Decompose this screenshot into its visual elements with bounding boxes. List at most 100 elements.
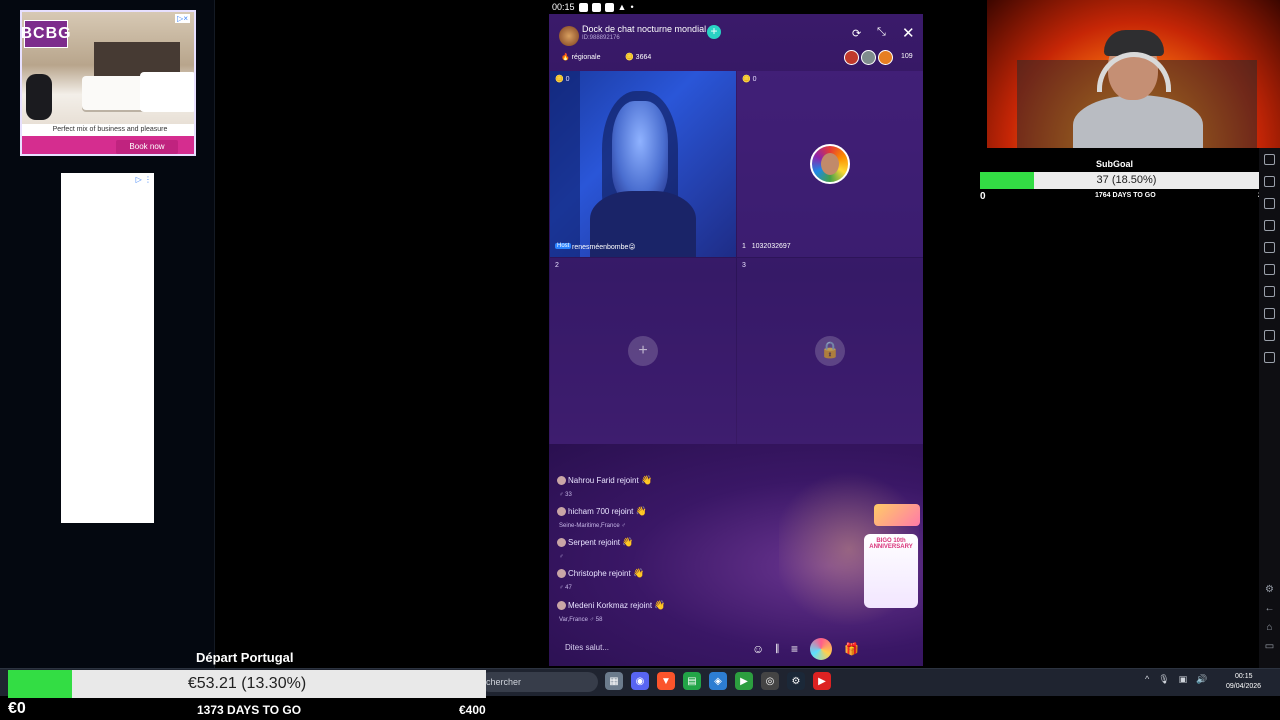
gift-icon[interactable]: 🎁 bbox=[844, 642, 859, 656]
sidebar-tool-icon[interactable] bbox=[1264, 330, 1275, 341]
network-icon[interactable]: ▣ bbox=[1179, 674, 1188, 685]
user-avatar bbox=[557, 569, 566, 579]
phone-status-bar: 00:15 ▲ • bbox=[549, 0, 923, 14]
chat-message[interactable]: Nahrou Farid rejoint 👋 bbox=[557, 475, 652, 486]
user-avatar bbox=[557, 507, 566, 517]
chat-message[interactable]: hicham 700 rejoint 👋 bbox=[557, 506, 647, 517]
sidebar-bottom-tools: ⚙ ← ⌂ ▭ bbox=[1259, 584, 1280, 652]
sidebar-tool-icon[interactable] bbox=[1264, 242, 1275, 253]
seat-empty-3[interactable]: 3 🔒 bbox=[737, 258, 923, 444]
chat-user-info: ♂ 47 bbox=[559, 585, 572, 591]
close-icon[interactable]: ✕ bbox=[902, 24, 915, 42]
webcam-streamer bbox=[1073, 95, 1203, 148]
viewer-avatars[interactable] bbox=[844, 50, 893, 65]
steam-icon[interactable]: ⚙ bbox=[787, 672, 805, 690]
gear-icon[interactable]: ⚙ bbox=[1265, 584, 1274, 595]
home-icon[interactable]: ⌂ bbox=[1266, 622, 1272, 633]
chat-input[interactable]: Dites salut... bbox=[565, 643, 609, 652]
youtube-icon[interactable]: ▶ bbox=[813, 672, 831, 690]
emoji-icon[interactable]: ☺ bbox=[752, 642, 764, 656]
layers-icon[interactable]: ◈ bbox=[709, 672, 727, 690]
discord-icon[interactable]: ◉ bbox=[631, 672, 649, 690]
seat-number: 3 bbox=[742, 262, 746, 269]
sidebar-tool-icon[interactable] bbox=[1264, 352, 1275, 363]
adchoices-icon[interactable]: ▷× bbox=[175, 14, 190, 23]
sidebar-tool-icon[interactable] bbox=[1264, 220, 1275, 231]
blank-side-ad[interactable]: ▷ ⋮ bbox=[61, 173, 154, 523]
audio-icon[interactable]: 𝄃 bbox=[776, 642, 779, 657]
viewer-avatar[interactable] bbox=[878, 50, 893, 65]
follow-plus-icon[interactable]: + bbox=[707, 25, 721, 39]
coin-count[interactable]: 🪙 3664 bbox=[625, 53, 651, 61]
task-view-icon[interactable]: ▦ bbox=[605, 672, 623, 690]
subgoal-days: 1764 DAYS TO GO bbox=[1095, 192, 1156, 199]
seat-number: 🪙 0 bbox=[742, 76, 757, 83]
add-seat-plus-icon[interactable]: + bbox=[628, 336, 658, 366]
ad-tagline: Perfect mix of business and pleasure bbox=[22, 124, 194, 136]
wave-icon[interactable]: 👋 bbox=[654, 600, 665, 610]
sidebar-tool-icon[interactable] bbox=[1264, 176, 1275, 187]
seat-empty-2[interactable]: 2 + bbox=[550, 258, 736, 444]
anniversary-event-card[interactable]: BIGO 10th ANNIVERSARY bbox=[864, 534, 918, 608]
chat-text: Serpent rejoint bbox=[568, 538, 621, 547]
event-badge[interactable] bbox=[874, 504, 920, 526]
wave-icon[interactable]: 👋 bbox=[622, 537, 633, 547]
host-name[interactable]: renesméenbombe😜 bbox=[572, 243, 636, 251]
notification-icon bbox=[591, 2, 601, 12]
sidebar-tool-icon[interactable] bbox=[1264, 308, 1275, 319]
subgoal-value: 37 (18.50%) bbox=[1096, 174, 1157, 186]
sidebar-tool-icon[interactable] bbox=[1264, 198, 1275, 209]
sidebar-tool-icon[interactable] bbox=[1264, 286, 1275, 297]
sidebar-tool-icon[interactable] bbox=[1264, 154, 1275, 165]
guest-name[interactable]: 1 1032032697 bbox=[742, 243, 791, 250]
recent-icon[interactable]: ▭ bbox=[1265, 641, 1274, 652]
microphone-icon[interactable]: 🎙 bbox=[1158, 674, 1169, 685]
donation-progress-bar: €53.21 (13.30%) bbox=[8, 670, 486, 698]
seat-guest-1[interactable]: 🪙 0 1 1032032697 bbox=[737, 71, 923, 257]
seat-coin-value: 0 bbox=[752, 76, 757, 83]
taskbar-search[interactable]: chercher bbox=[480, 672, 598, 692]
clock-time[interactable]: 00:15 bbox=[1235, 673, 1253, 680]
viewer-avatar[interactable] bbox=[861, 50, 876, 65]
guest-avatar-face bbox=[821, 153, 839, 175]
seat-host[interactable]: 🪙 0 Host renesméenbombe😜 bbox=[550, 71, 736, 257]
chat-user-info: ♂ bbox=[559, 554, 564, 560]
room-id: ID:988892176 bbox=[582, 35, 620, 41]
play-store-icon[interactable]: ▶ bbox=[735, 672, 753, 690]
volume-icon[interactable]: 🔊 bbox=[1196, 674, 1207, 685]
wave-icon[interactable]: 👋 bbox=[633, 568, 644, 578]
chevron-up-icon[interactable]: ^ bbox=[1145, 674, 1149, 685]
clock-date[interactable]: 09/04/2026 bbox=[1226, 683, 1261, 690]
ad-chair bbox=[26, 74, 52, 120]
chat-message[interactable]: Christophe rejoint 👋 bbox=[557, 568, 644, 579]
adchoices-icon[interactable]: ▷ ⋮ bbox=[136, 175, 152, 184]
host-video bbox=[612, 101, 668, 201]
host-background bbox=[550, 71, 580, 257]
chat-message[interactable]: Medeni Korkmaz rejoint 👋 bbox=[557, 600, 666, 611]
chat-message[interactable]: Serpent rejoint 👋 bbox=[557, 537, 633, 548]
back-icon[interactable]: ← bbox=[1265, 603, 1275, 614]
viewer-count[interactable]: 109 bbox=[901, 53, 913, 60]
seat-number: 🪙 0 bbox=[555, 76, 570, 83]
donation-days: 1373 DAYS TO GO bbox=[197, 703, 302, 717]
ad-book-now-button[interactable]: Book now bbox=[116, 140, 178, 154]
sidebar-tool-icon[interactable] bbox=[1264, 264, 1275, 275]
menu-icon[interactable]: ≡ bbox=[791, 642, 798, 656]
minimize-icon[interactable]: ⤡ bbox=[877, 26, 886, 39]
spreadsheet-icon[interactable]: ▤ bbox=[683, 672, 701, 690]
wave-icon[interactable]: 👋 bbox=[641, 475, 652, 485]
viewer-avatar[interactable] bbox=[844, 50, 859, 65]
brave-icon[interactable]: ▼ bbox=[657, 672, 675, 690]
donation-min: €0 bbox=[8, 700, 26, 717]
share-icon[interactable]: ⟳ bbox=[852, 27, 861, 40]
regional-tag[interactable]: 🔥 régionale bbox=[561, 53, 600, 61]
subgoal-label: SubGoal bbox=[1096, 159, 1134, 169]
hotel-ad-banner[interactable]: BCBG ▷× Perfect mix of business and plea… bbox=[20, 10, 196, 156]
guest-name-label: 1032032697 bbox=[751, 243, 791, 250]
obs-icon[interactable]: ◎ bbox=[761, 672, 779, 690]
chat-user-info: Var,France ♂ 58 bbox=[559, 617, 603, 623]
lock-icon[interactable]: 🔒 bbox=[815, 336, 845, 366]
wave-icon[interactable]: 👋 bbox=[636, 506, 647, 516]
gift-wheel-icon[interactable] bbox=[809, 638, 832, 660]
room-avatar[interactable] bbox=[559, 26, 579, 46]
